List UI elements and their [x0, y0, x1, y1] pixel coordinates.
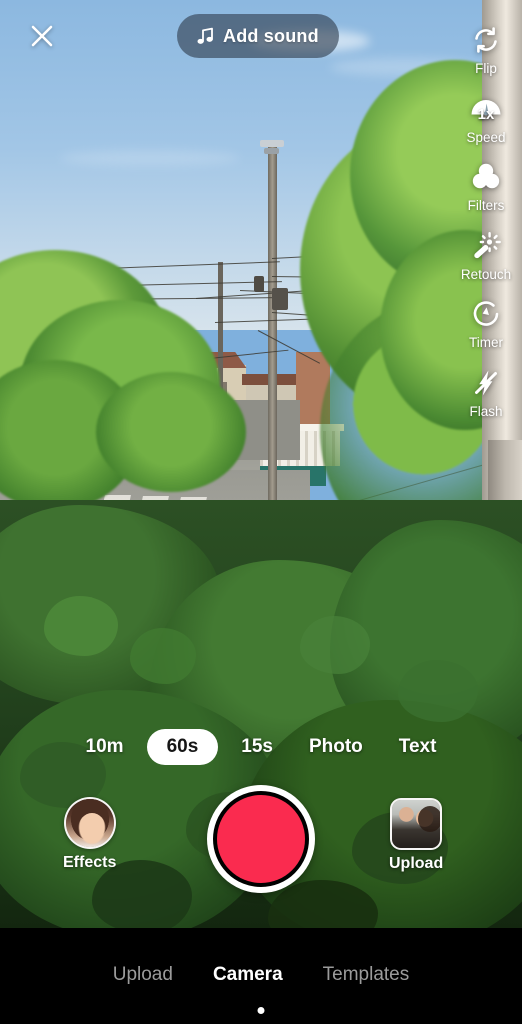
street-lamp-head: [264, 148, 279, 154]
record-button[interactable]: [207, 785, 315, 893]
street-lamp: [260, 140, 284, 147]
sidebar-item-flash[interactable]: Flash: [450, 363, 522, 419]
effects-label: Effects: [63, 854, 117, 871]
filters-circles-icon: [466, 157, 506, 197]
flip-camera-icon: [466, 20, 506, 60]
gallery-photo-thumbnail[interactable]: [390, 798, 443, 850]
upload-label: Upload: [389, 855, 444, 872]
sidebar-item-flip[interactable]: Flip: [450, 20, 522, 76]
sidebar-item-retouch[interactable]: Retouch: [450, 226, 522, 282]
nav-item-camera[interactable]: Camera: [213, 965, 283, 984]
sidebar-label-flash: Flash: [469, 403, 503, 419]
effects-button[interactable]: Effects: [63, 797, 116, 871]
mode-15s[interactable]: 15s: [228, 729, 286, 765]
sidebar-label-timer: Timer: [469, 335, 503, 350]
flash-off-icon: [466, 363, 506, 403]
sidebar-item-speed[interactable]: 1x Speed: [450, 89, 522, 145]
sidebar-label-speed: Speed: [466, 129, 506, 145]
mode-60s[interactable]: 60s: [146, 729, 219, 765]
cloud: [60, 150, 240, 166]
leaf: [300, 616, 370, 674]
leaf: [130, 628, 196, 684]
camera-screen: Add sound Flip 1x Speed Filters Retouch …: [0, 0, 522, 1024]
magic-wand-icon: [466, 226, 506, 266]
camera-viewfinder[interactable]: Add sound Flip 1x Speed Filters Retouch …: [0, 0, 522, 928]
shutter-row: Effects Upload: [0, 785, 522, 897]
sidebar-item-filters[interactable]: Filters: [450, 157, 522, 213]
upload-thumbnail-image: [392, 800, 441, 848]
effects-face-thumbnail[interactable]: [63, 797, 116, 849]
close-icon: [31, 25, 53, 47]
upload-button[interactable]: Upload: [389, 798, 443, 872]
timer-clock-icon: [466, 294, 506, 334]
nav-item-upload[interactable]: Upload: [113, 965, 173, 984]
close-button[interactable]: [24, 18, 60, 54]
sidebar-label-flip: Flip: [475, 61, 497, 76]
mode-photo[interactable]: Photo: [296, 729, 376, 765]
sidebar-label-filters: Filters: [467, 198, 505, 213]
add-sound-button[interactable]: Add sound: [177, 14, 339, 58]
effects-thumbnail-image: [65, 799, 114, 847]
active-tab-indicator-dot: [257, 1007, 265, 1014]
leaf: [44, 596, 118, 656]
music-note-icon: [197, 27, 213, 44]
speed-value: 1x: [477, 105, 495, 123]
mode-10m[interactable]: 10m: [73, 729, 137, 765]
tree-canopy: [96, 372, 246, 492]
sidebar-item-timer[interactable]: Timer: [450, 294, 522, 350]
mode-text[interactable]: Text: [386, 729, 450, 765]
transformer-box: [254, 276, 264, 292]
record-button-inner: [217, 795, 305, 883]
leaf: [398, 660, 478, 722]
nav-item-templates[interactable]: Templates: [323, 965, 410, 984]
add-sound-label: Add sound: [223, 25, 319, 46]
speedometer-icon: 1x: [466, 89, 506, 129]
transformer-box: [272, 288, 288, 310]
sidebar-label-retouch: Retouch: [460, 266, 512, 282]
recording-mode-selector: 10m 60s 15s Photo Text: [0, 729, 522, 765]
camera-tools-sidebar: Flip 1x Speed Filters Retouch Timer Flas…: [450, 20, 522, 431]
